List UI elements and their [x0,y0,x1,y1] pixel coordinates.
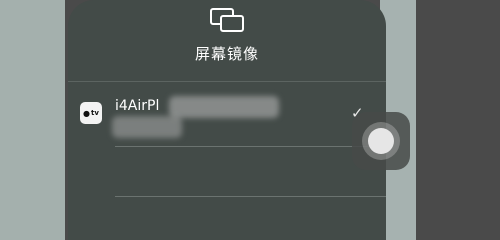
assistive-touch-button[interactable] [352,112,410,170]
screen-mirroring-icon [210,8,244,32]
divider [115,196,386,197]
page-title: 屏幕镜像 [194,45,259,63]
device-row-i4airplay[interactable]: ● tv i4AirPl ✓ [68,96,386,138]
divider [115,146,386,147]
background-left [0,0,65,240]
assistive-touch-icon [362,122,400,160]
divider [68,81,386,82]
redacted-region [169,96,279,118]
screen-mirroring-panel: 屏幕镜像 ● tv i4AirPl ✓ [68,0,386,240]
device-name: i4AirPl [115,98,160,114]
redacted-region [112,116,182,138]
apple-tv-icon: ● tv [80,102,102,124]
